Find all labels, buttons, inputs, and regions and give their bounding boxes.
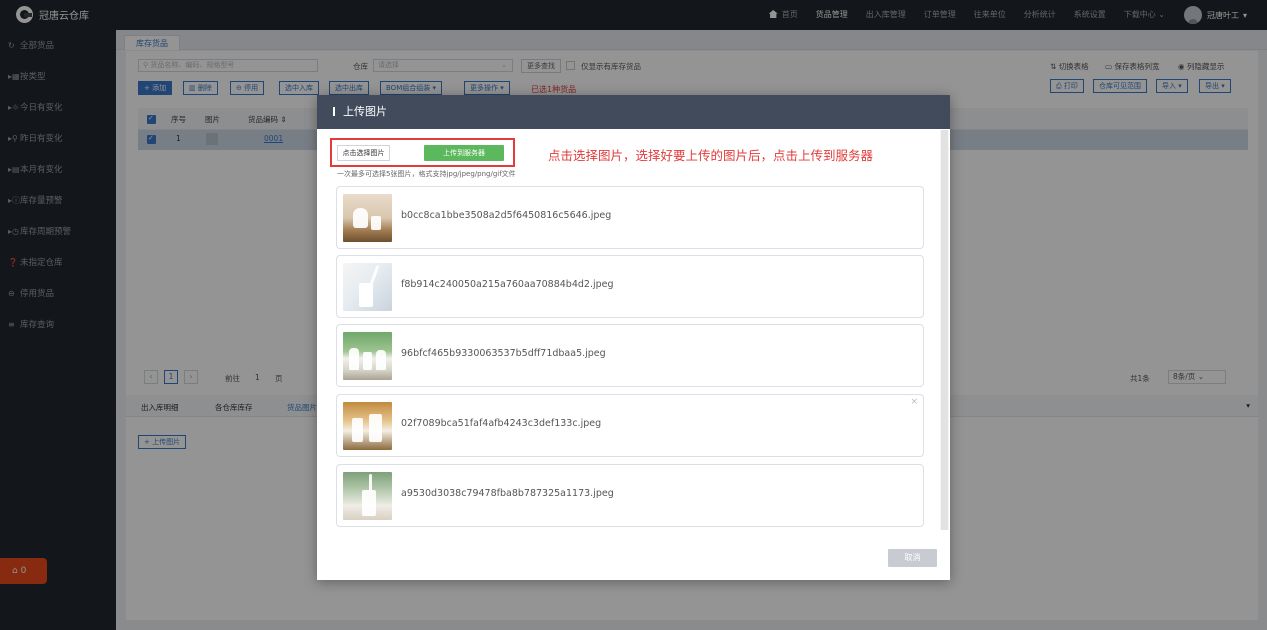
upload-image-dialog: 上传图片 点击选择图片 上传到服务器 点击选择图片，选择好要上传的图片后，点击上… bbox=[317, 95, 950, 580]
header-bar-icon bbox=[333, 107, 335, 116]
bottle-shape bbox=[349, 348, 359, 370]
file-name: f8b914c240050a215a760aa70884b4d2.jpeg bbox=[401, 279, 614, 290]
jug-shape bbox=[353, 208, 368, 228]
glass-shape bbox=[362, 490, 376, 516]
cup-shape bbox=[371, 216, 381, 230]
upload-hint: 一次最多可选择5张图片，格式支持jpg/jpeg/png/gif文件 bbox=[337, 170, 516, 178]
file-item[interactable]: a9530d3038c79478fba8b787325a1173.jpeg bbox=[336, 464, 924, 527]
file-name: 96bfcf465b9330063537b5dff71dbaa5.jpeg bbox=[401, 348, 606, 359]
pour-shape bbox=[369, 265, 380, 285]
glass-shape bbox=[359, 283, 373, 307]
upload-to-server-button[interactable]: 上传到服务器 bbox=[424, 145, 504, 161]
image-thumbnail bbox=[343, 472, 392, 520]
image-thumbnail bbox=[343, 194, 392, 242]
dialog-scrollbar-thumb[interactable] bbox=[941, 130, 948, 530]
file-item[interactable]: f8b914c240050a215a760aa70884b4d2.jpeg bbox=[336, 255, 924, 318]
glass-shape bbox=[352, 418, 363, 442]
file-name: a9530d3038c79478fba8b787325a1173.jpeg bbox=[401, 488, 614, 499]
file-item[interactable]: b0cc8ca1bbe3508a2d5f6450816c5646.jpeg bbox=[336, 186, 924, 249]
image-thumbnail bbox=[343, 332, 392, 380]
image-thumbnail bbox=[343, 263, 392, 311]
glass-shape bbox=[369, 414, 382, 442]
file-item[interactable]: 02f7089bca51faf4afb4243c3def133c.jpeg × bbox=[336, 394, 924, 457]
file-name: 02f7089bca51faf4afb4243c3def133c.jpeg bbox=[401, 418, 602, 429]
image-thumbnail bbox=[343, 402, 392, 450]
dialog-header: 上传图片 bbox=[317, 95, 950, 129]
annotation-instruction: 点击选择图片，选择好要上传的图片后，点击上传到服务器 bbox=[548, 148, 874, 163]
remove-file-icon[interactable]: × bbox=[910, 397, 918, 407]
file-name: b0cc8ca1bbe3508a2d5f6450816c5646.jpeg bbox=[401, 210, 612, 221]
choose-image-button[interactable]: 点击选择图片 bbox=[337, 145, 390, 161]
dialog-title: 上传图片 bbox=[343, 105, 387, 118]
file-item[interactable]: 96bfcf465b9330063537b5dff71dbaa5.jpeg bbox=[336, 324, 924, 387]
glass-shape bbox=[363, 352, 372, 370]
bottle-shape bbox=[376, 350, 386, 370]
pour-shape bbox=[369, 474, 372, 492]
cancel-button[interactable]: 取消 bbox=[888, 549, 937, 567]
